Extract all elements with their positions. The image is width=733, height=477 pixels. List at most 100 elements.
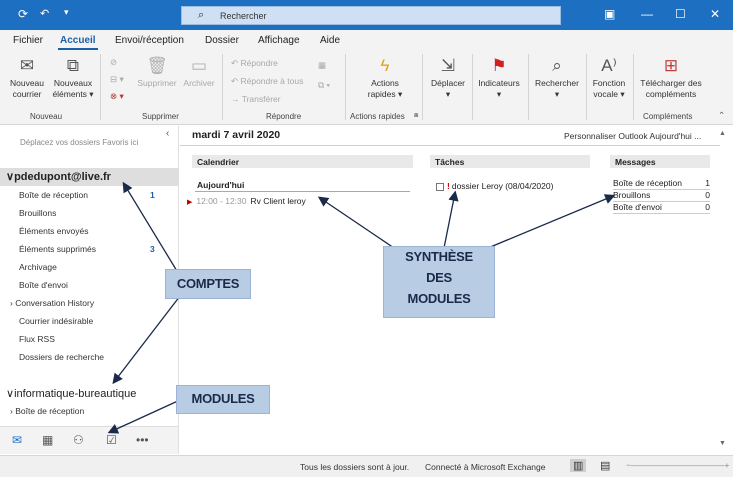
folder-search[interactable]: Dossiers de recherche: [19, 352, 104, 362]
personalize-link[interactable]: Personnaliser Outlook Aujourd'hui ...: [564, 131, 701, 141]
folder-inbox[interactable]: Boîte de réception: [19, 190, 88, 200]
message-row[interactable]: Boîte de réception 1: [613, 178, 710, 190]
folder-conversation-history[interactable]: › Conversation History: [10, 298, 94, 308]
group-separator: [528, 54, 529, 120]
lightning-icon: ϟ: [380, 56, 390, 75]
account-pdedupont[interactable]: ∨pdedupont@live.fr: [6, 170, 111, 183]
annotation-synthese-1: SYNTHÈSE: [405, 249, 473, 264]
close-button[interactable]: ✕: [710, 7, 720, 21]
undo-icon[interactable]: ↶: [40, 7, 49, 20]
folder-sent[interactable]: Éléments envoyés: [19, 226, 88, 236]
group-separator: [100, 54, 101, 120]
annotation-synthese-2: DES: [426, 270, 452, 285]
magnifier-icon: ⌕: [552, 56, 562, 75]
folder-archive[interactable]: Archivage: [19, 262, 57, 272]
search-icon: ⌕: [198, 9, 205, 21]
group-separator: [422, 54, 423, 120]
reply-button[interactable]: ↶ Répondre: [231, 58, 278, 69]
more-icon[interactable]: •••: [136, 433, 149, 447]
quick-access-menu-icon[interactable]: ▾: [64, 7, 69, 18]
tasks-icon[interactable]: ☑: [106, 433, 117, 447]
minimize-button[interactable]: —: [641, 7, 653, 21]
folder-inbox-2[interactable]: › Boîte de réception: [10, 406, 84, 416]
dictate-button[interactable]: A⁾ Fonction vocale ▾: [588, 56, 630, 100]
normal-view-icon[interactable]: ▥: [570, 459, 587, 472]
folder-outbox[interactable]: Boîte d'envoi: [19, 280, 68, 290]
tab-aide[interactable]: Aide: [320, 35, 340, 46]
delete-button[interactable]: 🗑 Supprimer: [134, 56, 180, 89]
maximize-button[interactable]: ☐: [675, 7, 686, 21]
status-connection: Connecté à Microsoft Exchange: [425, 462, 546, 472]
task-item[interactable]: ! dossier Leroy (08/04/2020): [436, 181, 553, 191]
quick-steps-button[interactable]: ϟ Actions rapides ▾: [360, 56, 410, 100]
messages-section-header: Messages: [610, 155, 710, 168]
status-bar: Tous les dossiers sont à jour. Connecté …: [0, 455, 733, 477]
tab-affichage[interactable]: Affichage: [258, 35, 300, 46]
move-button[interactable]: ⇲ Déplacer ▾: [427, 56, 469, 100]
triangle-icon: ▶: [187, 199, 193, 206]
move-icon: ⇲: [440, 56, 456, 75]
sync-icon[interactable]: ⟳: [18, 7, 28, 21]
mail-icon[interactable]: ✉: [12, 433, 22, 447]
forward-button[interactable]: → Transférer: [231, 94, 281, 104]
find-button[interactable]: ⌕ Rechercher ▾: [531, 56, 583, 100]
ribbon-display-icon[interactable]: ▣: [604, 7, 615, 21]
search-box[interactable]: ⌕ Rechercher: [181, 6, 561, 25]
collapse-pane-icon[interactable]: ‹: [166, 128, 169, 139]
folder-rss[interactable]: Flux RSS: [19, 334, 55, 344]
tags-button[interactable]: ⚑ Indicateurs ▾: [474, 56, 524, 100]
new-items-button[interactable]: ⧉ Nouveaux éléments ▾: [50, 56, 96, 100]
calendar-icon[interactable]: ▦: [42, 433, 53, 447]
get-addins-button[interactable]: ⊞ Télécharger des compléments: [637, 56, 705, 100]
folder-count: 1: [150, 190, 155, 200]
ribbon: ✉ Nouveau courrier ⧉ Nouveaux éléments ▾…: [0, 50, 733, 125]
appointment[interactable]: ▶ 12:00 - 12:30 Rv Client leroy: [187, 196, 306, 206]
folder-pane: ‹ Déplacez vos dossiers Favoris ici ∨pde…: [0, 126, 179, 426]
annotation-modules: MODULES: [191, 391, 255, 406]
ignore-icon[interactable]: ⊘: [110, 57, 117, 68]
flag-icon: ⚑: [491, 56, 507, 75]
search-placeholder: Rechercher: [220, 11, 267, 21]
message-row[interactable]: Boîte d'envoi 0: [613, 202, 710, 214]
tab-dossier[interactable]: Dossier: [205, 35, 239, 46]
title-bar: ⟳ ↶ ▾ ⌕ Rechercher ▣ — ☐ ✕: [0, 0, 733, 30]
scroll-down-icon[interactable]: ▼: [719, 440, 726, 447]
calendar-section-header: Calendrier: [192, 155, 413, 168]
junk-icon[interactable]: ⊗ ▾: [110, 91, 124, 102]
folder-deleted[interactable]: Éléments supprimés: [19, 244, 96, 254]
group-separator: [633, 54, 634, 120]
task-checkbox[interactable]: [436, 182, 444, 191]
header-divider: [180, 145, 720, 146]
account-informatique[interactable]: ∨informatique-bureautique: [6, 387, 136, 400]
folder-drafts[interactable]: Brouillons: [19, 208, 56, 218]
favorites-hint: Déplacez vos dossiers Favoris ici: [20, 138, 139, 147]
tab-fichier[interactable]: Fichier: [13, 35, 43, 46]
archive-icon: ▭: [190, 56, 208, 75]
module-nav-bar: ✉ ▦ ⚇ ☑ •••: [0, 426, 179, 454]
dialog-launcher-icon[interactable]: ⧈: [414, 112, 418, 120]
zoom-slider[interactable]: −———————————+: [626, 460, 729, 470]
group-label-supprimer: Supprimer: [142, 112, 179, 121]
group-separator: [586, 54, 587, 120]
people-icon[interactable]: ⚇: [73, 433, 84, 447]
archive-button[interactable]: ▭ Archiver: [180, 56, 218, 89]
group-separator: [222, 54, 223, 120]
reading-view-icon[interactable]: ▤: [600, 459, 610, 472]
folder-junk[interactable]: Courrier indésirable: [19, 316, 93, 326]
annotation-comptes: COMPTES: [176, 276, 240, 291]
tab-envoi-reception[interactable]: Envoi/réception: [115, 35, 184, 46]
addins-icon: ⊞: [663, 56, 679, 75]
message-row[interactable]: Brouillons 0: [613, 190, 710, 202]
new-mail-button[interactable]: ✉ Nouveau courrier: [6, 56, 48, 100]
meeting-icon[interactable]: ▦: [318, 60, 326, 71]
group-label-nouveau: Nouveau: [30, 112, 63, 121]
more-respond-icon[interactable]: ⧉ ▾: [318, 80, 330, 91]
collapse-ribbon-icon[interactable]: ⌃: [718, 110, 725, 121]
tab-accueil[interactable]: Accueil: [58, 35, 98, 50]
scroll-up-icon[interactable]: ▲: [719, 130, 726, 137]
group-label-complements: Compléments: [643, 112, 693, 121]
status-sync: Tous les dossiers sont à jour.: [300, 462, 410, 472]
group-label-actions-rapides: Actions rapides: [350, 112, 405, 121]
reply-all-button[interactable]: ↶ Répondre à tous: [231, 76, 303, 87]
cleanup-icon[interactable]: ⊟ ▾: [110, 74, 124, 85]
